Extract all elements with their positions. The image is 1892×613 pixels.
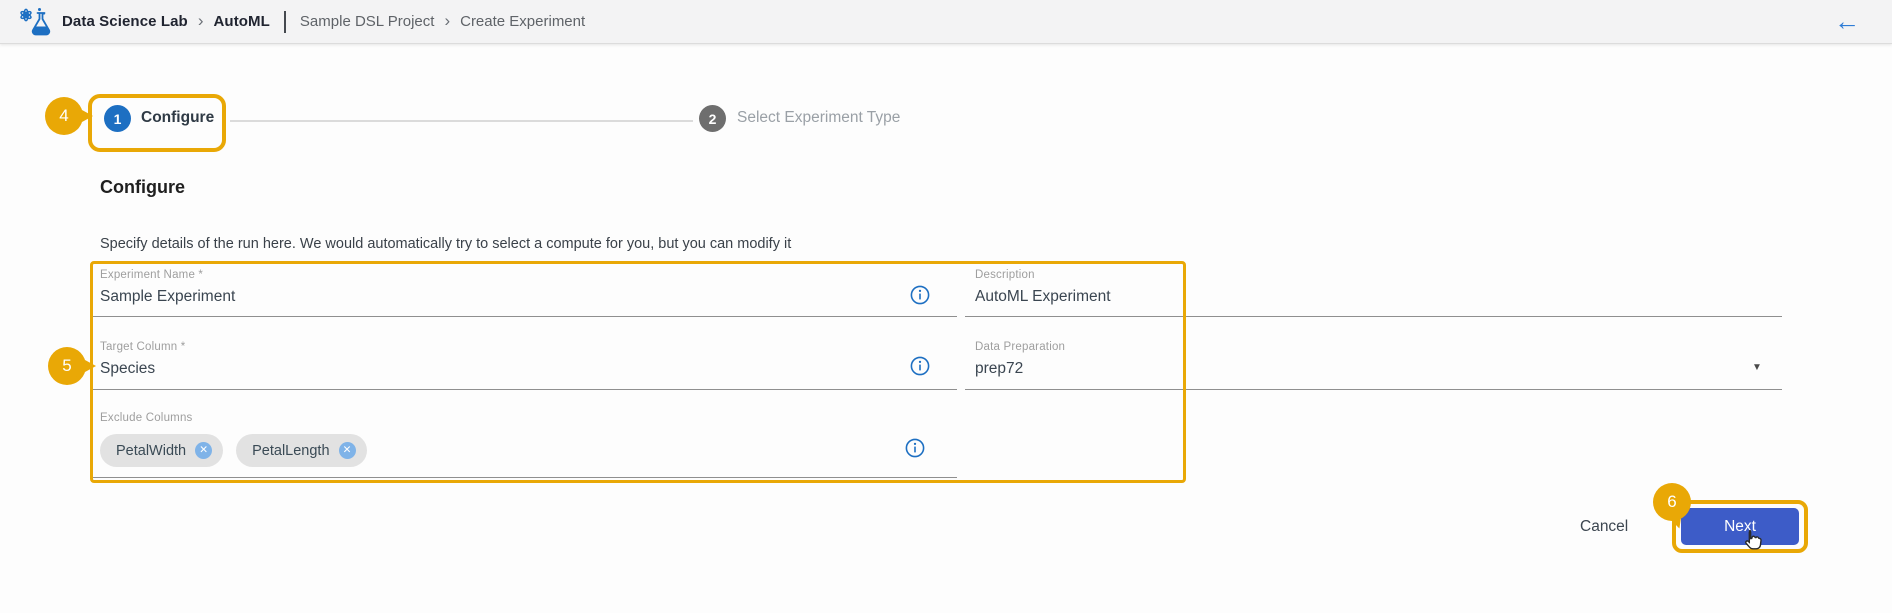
info-icon[interactable]: [905, 438, 925, 458]
experiment-name-input[interactable]: [100, 288, 880, 306]
exclude-columns-label: Exclude Columns: [100, 412, 192, 424]
data-preparation-label: Data Preparation: [975, 341, 1065, 353]
cancel-button[interactable]: Cancel: [1580, 518, 1628, 536]
breadcrumb-project[interactable]: Sample DSL Project: [300, 13, 435, 30]
breadcrumb-divider: [284, 11, 286, 33]
chip-label: PetalLength: [252, 443, 329, 459]
chip-petalwidth[interactable]: PetalWidth ✕: [100, 434, 223, 467]
experiment-name-underline: [92, 316, 957, 317]
annotation-badge-5: 5: [48, 347, 86, 385]
annotation-badge-4: 4: [45, 97, 83, 135]
step-2-circle[interactable]: 2: [699, 105, 726, 132]
info-icon[interactable]: [910, 356, 930, 376]
chip-remove-icon[interactable]: ✕: [195, 442, 212, 459]
breadcrumb: Data Science Lab › AutoML Sample DSL Pro…: [62, 11, 585, 33]
chip-remove-icon[interactable]: ✕: [339, 442, 356, 459]
description-input[interactable]: [975, 288, 1735, 306]
chip-petallength[interactable]: PetalLength ✕: [236, 434, 366, 467]
chevron-right-icon: ›: [444, 12, 450, 31]
dropdown-caret-icon[interactable]: ▼: [1752, 362, 1762, 373]
stepper-connector-line: [230, 120, 693, 122]
data-preparation-select[interactable]: prep72: [975, 360, 1695, 378]
description-label: Description: [975, 269, 1035, 281]
target-column-input[interactable]: [100, 360, 880, 378]
chip-label: PetalWidth: [116, 443, 186, 459]
page-title: Configure: [100, 177, 185, 198]
app-header: Data Science Lab › AutoML Sample DSL Pro…: [0, 0, 1892, 44]
step-2-label[interactable]: Select Experiment Type: [737, 109, 900, 127]
breadcrumb-module[interactable]: AutoML: [214, 13, 270, 30]
experiment-name-label: Experiment Name *: [100, 269, 203, 281]
step-1-label[interactable]: Configure: [141, 109, 214, 127]
create-experiment-screen: Data Science Lab › AutoML Sample DSL Pro…: [0, 0, 1892, 613]
description-underline: [965, 316, 1782, 317]
breadcrumb-page: Create Experiment: [460, 13, 585, 30]
data-preparation-underline: [965, 389, 1782, 390]
target-column-underline: [92, 389, 957, 390]
back-arrow-icon[interactable]: ←: [1834, 8, 1860, 34]
breadcrumb-app[interactable]: Data Science Lab: [62, 13, 188, 30]
info-icon[interactable]: [910, 285, 930, 305]
annotation-badge-6: 6: [1653, 483, 1691, 521]
data-science-lab-logo-icon: [18, 5, 52, 39]
step-1-circle[interactable]: 1: [104, 105, 131, 132]
mouse-cursor-hand-icon: [1740, 528, 1766, 554]
page-subtitle: Specify details of the run here. We woul…: [100, 236, 791, 252]
chevron-right-icon: ›: [198, 12, 204, 31]
target-column-label: Target Column *: [100, 341, 185, 353]
exclude-columns-underline: [92, 477, 957, 478]
exclude-columns-chips: PetalWidth ✕ PetalLength ✕: [100, 434, 367, 467]
